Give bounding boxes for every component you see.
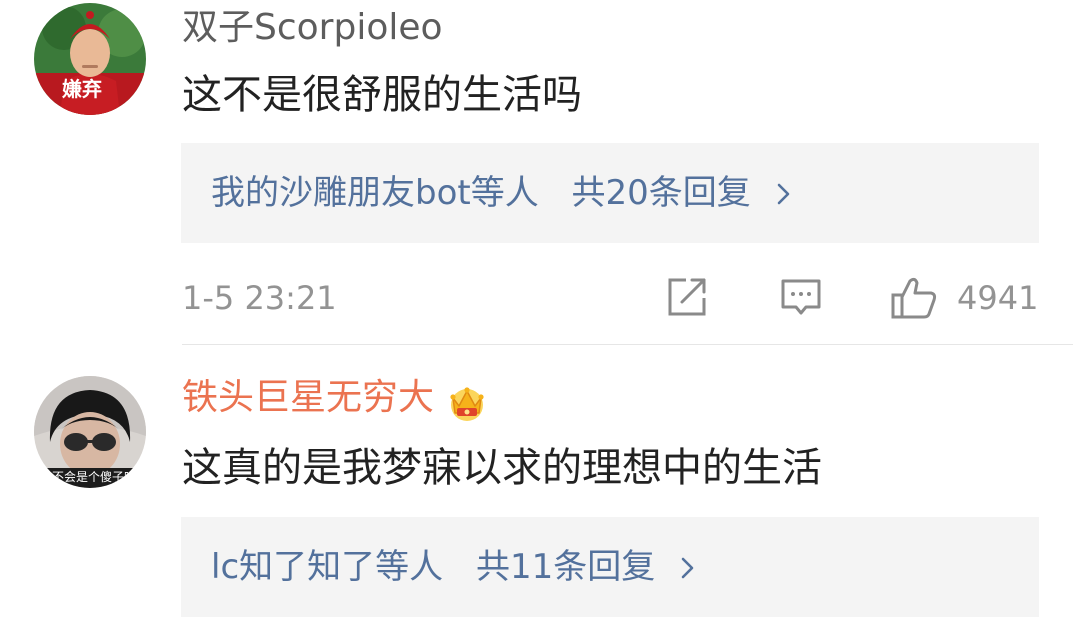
like-count: 4941: [957, 279, 1039, 317]
comment-item: 孩不会是个傻子吧 铁头巨星无穷大 这真的是我梦寐以求的理想中的生活 lc知了知了…: [0, 345, 1073, 635]
replies-summary-text: lc知了知了等人 共11条回复: [211, 547, 696, 589]
replies-summary[interactable]: 我的沙雕朋友bot等人 共20条回复: [181, 143, 1039, 243]
avatar[interactable]: 孩不会是个傻子吧: [34, 376, 146, 488]
comment-text: 这不是很舒服的生活吗: [182, 72, 582, 118]
chevron-right-icon: [776, 175, 792, 215]
crown-icon: [447, 383, 487, 427]
reply-names: lc知了知了等人: [211, 547, 444, 587]
avatar-badge: 嫌弃: [62, 77, 102, 101]
comment-icon: [781, 279, 821, 315]
avatar-caption: 孩不会是个傻子吧: [40, 470, 137, 484]
reply-names: 我的沙雕朋友bot等人: [211, 173, 539, 213]
replies-summary[interactable]: lc知了知了等人 共11条回复: [181, 517, 1039, 617]
reply-count: 共20条回复: [571, 173, 751, 213]
chevron-right-icon: [680, 549, 696, 589]
comment-meta-row: 1-5 23:21 4941: [0, 270, 1073, 326]
avatar[interactable]: 嫌弃: [34, 3, 146, 115]
repost-icon: [668, 278, 706, 316]
comment-button[interactable]: [780, 276, 822, 322]
repost-button[interactable]: [666, 276, 708, 322]
username[interactable]: 铁头巨星无穷大: [182, 377, 434, 418]
comment-text: 这真的是我梦寐以求的理想中的生活: [182, 445, 822, 491]
username-row: 铁头巨星无穷大: [182, 378, 487, 427]
thumbs-up-icon: [891, 277, 937, 319]
like-button[interactable]: [890, 276, 938, 324]
reply-count: 共11条回复: [475, 547, 656, 587]
timestamp: 1-5 23:21: [182, 279, 337, 317]
replies-summary-text: 我的沙雕朋友bot等人 共20条回复: [211, 173, 792, 215]
username[interactable]: 双子Scorpioleo: [182, 8, 443, 48]
